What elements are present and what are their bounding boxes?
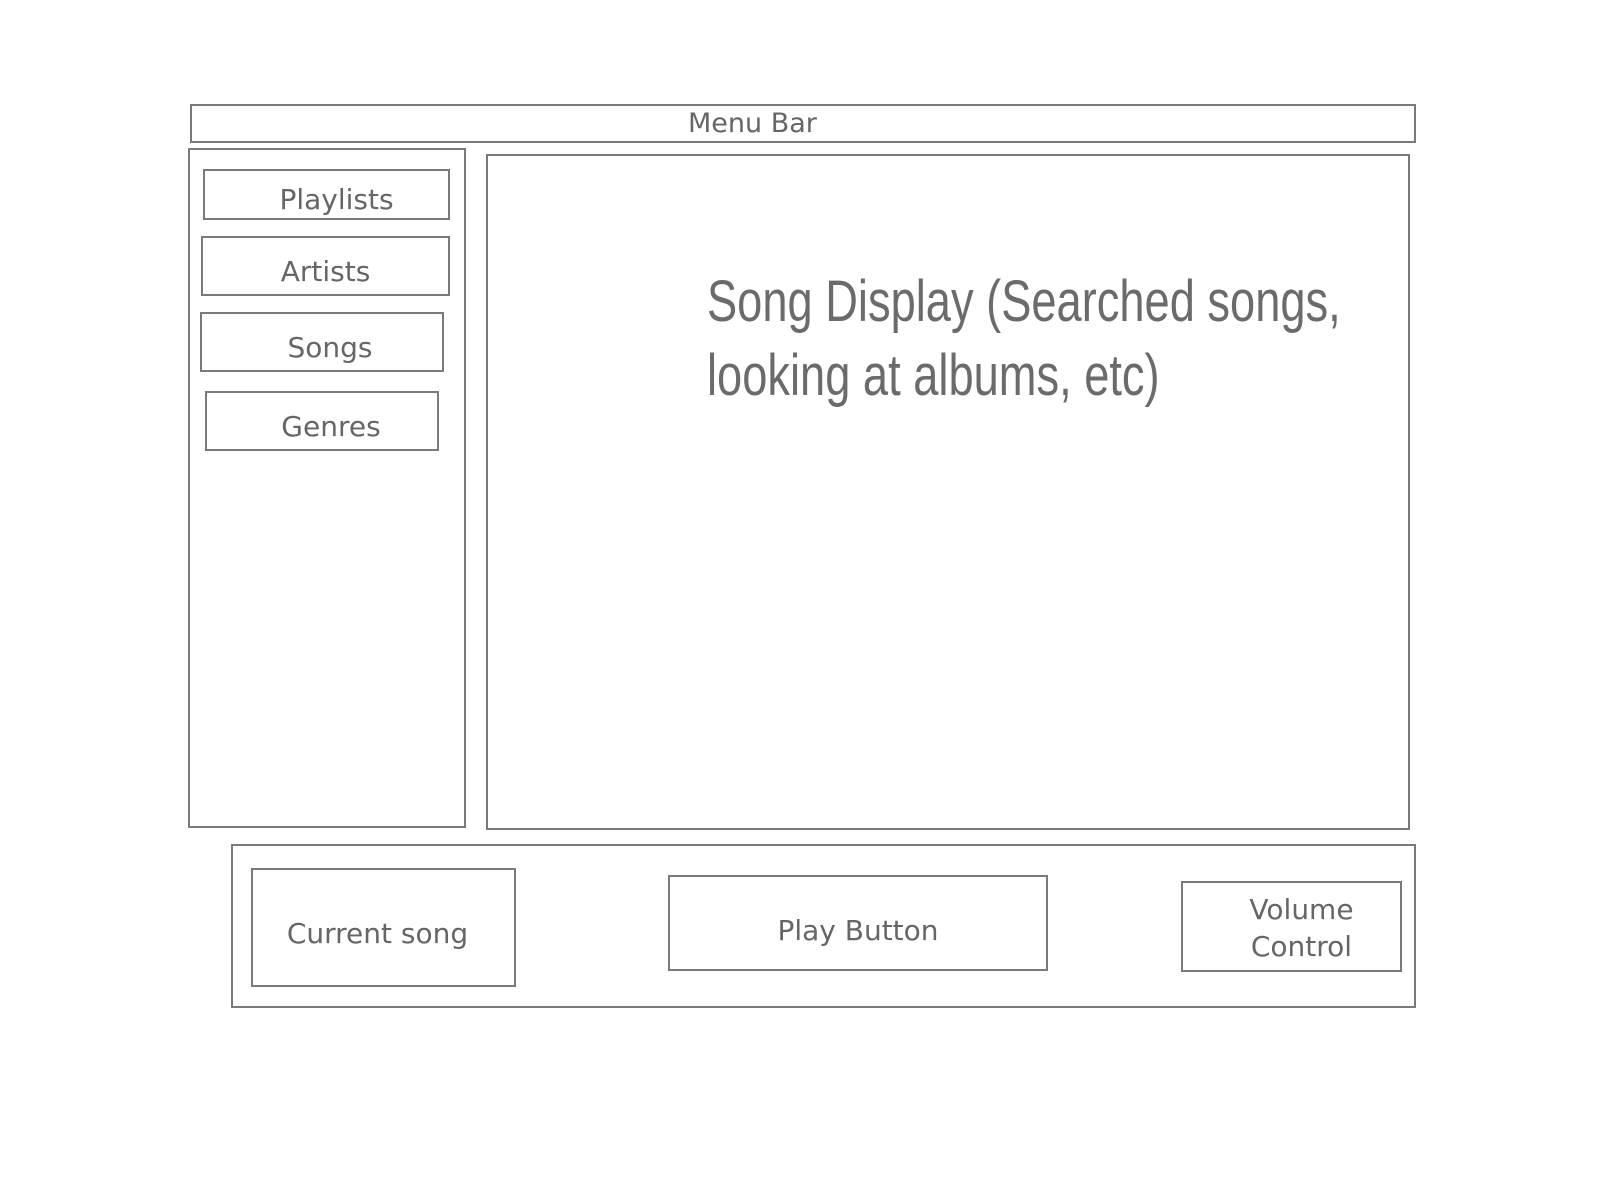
current-song-box[interactable]: Current song xyxy=(251,868,516,987)
song-display-line-2: looking at albums, etc) xyxy=(707,343,1160,408)
volume-control-label: Volume Control xyxy=(1249,891,1353,965)
volume-label-line-2: Control xyxy=(1250,929,1353,963)
sidebar-item-genres[interactable]: Genres xyxy=(205,391,439,451)
song-display-line-1: Song Display (Searched songs, xyxy=(707,269,1341,334)
current-song-label: Current song xyxy=(286,917,469,950)
sidebar-item-songs[interactable]: Songs xyxy=(200,312,444,372)
sidebar-item-label: Artists xyxy=(280,254,371,288)
song-display-area xyxy=(486,154,1410,830)
song-display-text: Song Display (Searched songs, looking at… xyxy=(707,265,1341,413)
menu-bar-label: Menu Bar xyxy=(688,108,817,139)
sidebar-item-playlists[interactable]: Playlists xyxy=(203,169,450,220)
sidebar-item-artists[interactable]: Artists xyxy=(201,236,450,296)
volume-label-line-1: Volume xyxy=(1249,892,1354,926)
play-button-label: Play Button xyxy=(777,913,939,947)
play-button[interactable]: Play Button xyxy=(668,875,1048,971)
sidebar-item-label: Playlists xyxy=(279,183,394,216)
sidebar-item-label: Genres xyxy=(281,409,381,443)
sidebar-item-label: Songs xyxy=(287,330,373,364)
volume-control[interactable]: Volume Control xyxy=(1181,881,1402,972)
